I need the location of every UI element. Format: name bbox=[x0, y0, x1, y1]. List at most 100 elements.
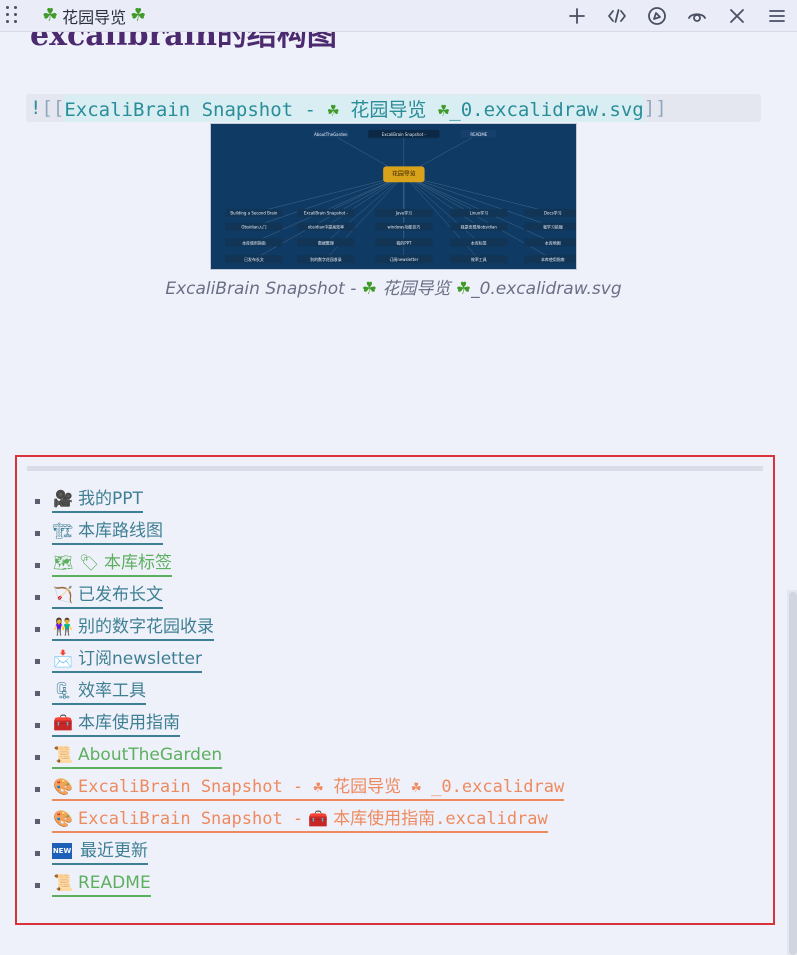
view-title[interactable]: ☘ 花园导览 ☘ bbox=[42, 4, 146, 28]
internal-link[interactable]: 🏗 本库路线图 bbox=[52, 520, 163, 546]
graph-node-label: obsidian中提高效率 bbox=[308, 225, 344, 230]
internal-link[interactable]: 🏹 已发布长文 bbox=[52, 584, 163, 610]
view-title-text: 花园导览 bbox=[62, 8, 127, 27]
graph-edge bbox=[403, 175, 553, 243]
link-label: 已发布长文 bbox=[78, 584, 163, 605]
graph-edge bbox=[403, 175, 480, 260]
graph-node-label: 数据整理 bbox=[318, 240, 334, 245]
code-icon bbox=[608, 9, 626, 23]
scrollbar-thumb[interactable] bbox=[789, 592, 797, 955]
bow-icon: 🏹 bbox=[53, 584, 73, 604]
internal-link[interactable]: 🎥 我的PPT bbox=[52, 488, 143, 514]
more-options-button[interactable] bbox=[757, 0, 797, 32]
link-label: ExcaliBrain Snapshot - bbox=[78, 776, 304, 797]
camera-icon: 🎥 bbox=[53, 488, 73, 508]
internal-link[interactable]: 🎨 ExcaliBrain Snapshot - 🧰 本库使用指南.excalidr… bbox=[52, 808, 548, 834]
bullet bbox=[35, 754, 40, 760]
palette-icon: 🎨 bbox=[53, 808, 73, 828]
tag-icon: 🏷 bbox=[78, 552, 100, 572]
crane-icon: 🏗 bbox=[52, 520, 74, 540]
clover-icon: ☘ bbox=[411, 776, 421, 796]
list-item: 🏗 本库路线图 bbox=[35, 517, 564, 549]
graph-edge bbox=[325, 175, 404, 227]
internal-link[interactable]: NEW 最近更新 bbox=[52, 840, 148, 866]
internal-link[interactable]: 🎨 ExcaliBrain Snapshot - ☘ 花园导览 ☘ _0.excalid… bbox=[52, 776, 565, 802]
clover-icon: ☘ bbox=[361, 279, 377, 299]
menu-icon bbox=[769, 10, 785, 22]
clover-icon: ☘ bbox=[130, 5, 147, 26]
people-icon: 👫 bbox=[53, 616, 73, 636]
list-item: 👫 别的数字花园收录 bbox=[35, 613, 564, 645]
embed-title: 花园导览 bbox=[350, 98, 427, 121]
list-item: 📩 订阅newsletter bbox=[35, 645, 564, 677]
link-label: AboutTheGarden bbox=[78, 744, 223, 765]
new-badge-icon: NEW bbox=[52, 842, 72, 859]
link-label: 最近更新 bbox=[80, 840, 148, 861]
graph-node-label: 已发布长文 bbox=[244, 257, 264, 262]
view-actions bbox=[557, 0, 797, 32]
clover-icon: ☘ bbox=[455, 279, 472, 299]
clamp-icon: 🗜 bbox=[52, 680, 74, 700]
reading-view-button[interactable] bbox=[677, 0, 717, 32]
links-callout: 🎥 我的PPT 🏗 本库路线图 🗺 🏷 本库标签 🏹 已发布长文 👫 别的数字花园收录 📩 订阅news… bbox=[15, 455, 775, 925]
graph-edge bbox=[403, 175, 553, 260]
new-tab-button[interactable] bbox=[557, 0, 597, 32]
list-item: 🗺 🏷 本库标签 bbox=[35, 549, 564, 581]
embed-close-brackets: ]] bbox=[643, 97, 667, 119]
internal-link[interactable]: 🗺 🏷 本库标签 bbox=[52, 552, 172, 578]
graph-edge bbox=[253, 175, 404, 260]
source-mode-button[interactable] bbox=[597, 0, 637, 32]
link-label: 本库路线图 bbox=[78, 520, 163, 541]
link-label: 本库使用指南 bbox=[78, 712, 180, 733]
link-label: 花园导览 bbox=[333, 776, 402, 797]
internal-link[interactable]: 📩 订阅newsletter bbox=[52, 648, 202, 674]
bullet bbox=[35, 722, 40, 728]
graph-node-label: 本库地图 bbox=[545, 240, 561, 245]
graph-node-label: README bbox=[470, 132, 487, 137]
internal-link[interactable]: 📜 README bbox=[52, 872, 151, 898]
embed-link-source[interactable]: ! [[ ExcaliBrain Snapshot - ☘ 花园导览 ☘_0.e… bbox=[26, 94, 761, 122]
clover-icon: ☘ bbox=[313, 776, 323, 796]
internal-link[interactable]: 📜 AboutTheGarden bbox=[52, 744, 223, 770]
caption-title: 花园导览 bbox=[382, 279, 451, 299]
link-label: ExcaliBrain Snapshot - bbox=[78, 808, 304, 829]
graph-edge bbox=[253, 175, 404, 243]
scroll-icon: 📜 bbox=[53, 744, 73, 764]
scroll-icon: 📜 bbox=[53, 872, 73, 892]
graph-svg: AboutTheGarden ExcaliBrain Snapshot - READ… bbox=[225, 129, 576, 264]
image-caption: ExcaliBrain Snapshot - ☘ 花园导览 ☘_0.excali… bbox=[0, 274, 787, 299]
list-item: 🎨 ExcaliBrain Snapshot - ☘ 花园导览 ☘ _0.excalid… bbox=[35, 773, 565, 805]
bullet bbox=[35, 562, 40, 568]
link-list: 🎥 我的PPT 🏗 本库路线图 🗺 🏷 本库标签 🏹 已发布长文 👫 别的数字花园收录 📩 订阅news… bbox=[35, 485, 565, 901]
graph-node-label: 我的PPT bbox=[396, 240, 412, 245]
list-item: 🎨 ExcaliBrain Snapshot - 🧰 本库使用指南.excalidr… bbox=[35, 805, 564, 837]
caption-suffix: _0.excalidraw.svg bbox=[471, 279, 622, 299]
toolbox-icon: 🧰 bbox=[53, 712, 73, 732]
internal-link[interactable]: 👫 别的数字花园收录 bbox=[52, 616, 214, 642]
close-button[interactable] bbox=[717, 0, 757, 32]
preview-eye-icon bbox=[688, 13, 706, 22]
navigate-icon bbox=[648, 7, 666, 25]
list-item: 🏹 已发布长文 bbox=[35, 581, 564, 613]
internal-link[interactable]: 🧰 本库使用指南 bbox=[52, 712, 180, 738]
bullet bbox=[35, 818, 40, 824]
graph-node-label: 我学习前端 bbox=[543, 225, 563, 230]
link-label: 效率工具 bbox=[78, 680, 146, 701]
bullet bbox=[35, 850, 40, 856]
graph-node-label: ExcaliBrain Snapshot - bbox=[304, 211, 349, 216]
clover-icon: ☘ bbox=[437, 98, 450, 121]
internal-link[interactable]: 🗜 效率工具 bbox=[52, 680, 146, 706]
embed-link-text: ExcaliBrain Snapshot - ☘ 花园导览 ☘_0.excali… bbox=[64, 94, 644, 122]
graph-edge bbox=[403, 175, 553, 227]
link-label: 订阅newsletter bbox=[78, 648, 202, 669]
graph-node-label: Linux学习 bbox=[470, 211, 489, 216]
plus-icon bbox=[569, 8, 585, 24]
drag-handle-icon[interactable] bbox=[6, 6, 18, 26]
excalibrain-snapshot-image[interactable]: AboutTheGarden ExcaliBrain Snapshot - READ… bbox=[210, 123, 577, 270]
graph-edge bbox=[403, 175, 553, 214]
link-label: 别的数字花园收录 bbox=[78, 616, 214, 637]
list-item: 🎥 我的PPT bbox=[35, 485, 564, 517]
bullet bbox=[35, 594, 40, 600]
link-label: 本库标签 bbox=[104, 552, 172, 573]
navigate-button[interactable] bbox=[637, 0, 677, 32]
